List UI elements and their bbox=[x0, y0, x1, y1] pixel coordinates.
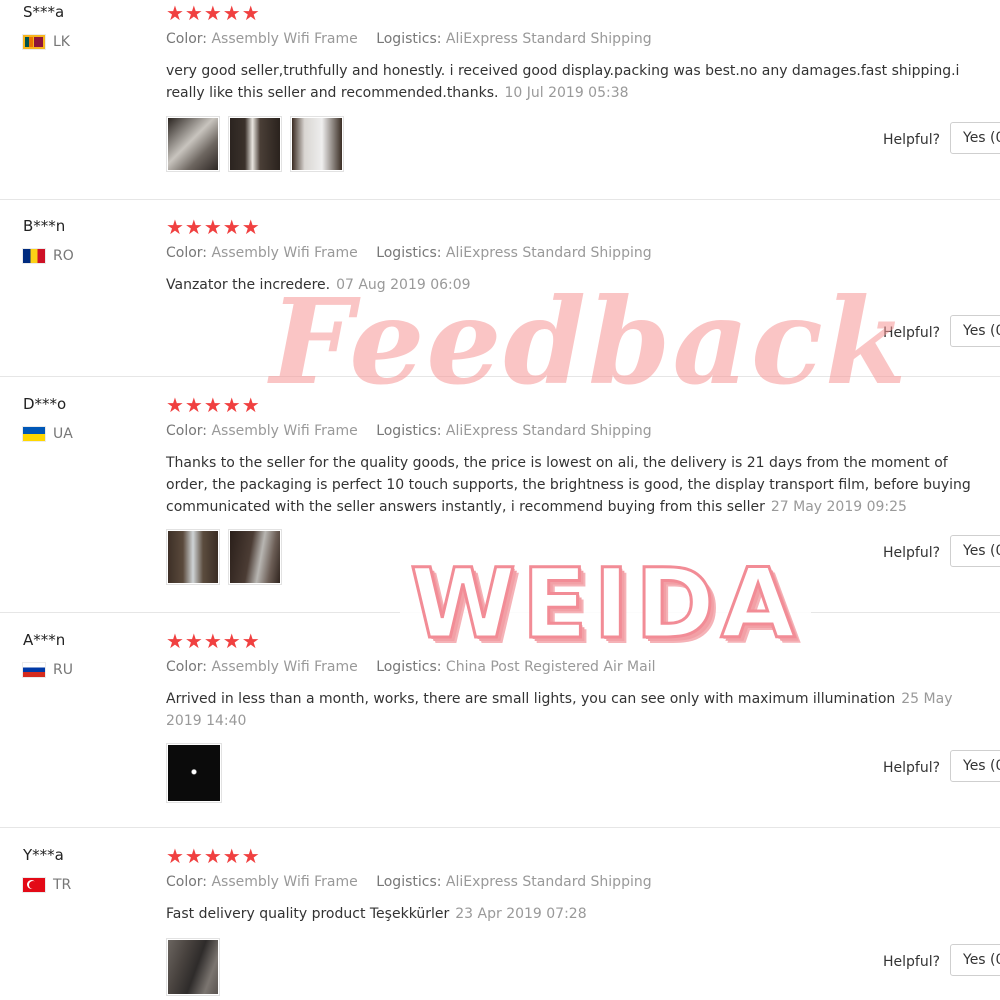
review-text: very good seller,truthfully and honestly… bbox=[166, 63, 960, 101]
review-meta: Color: Assembly Wifi Frame Logistics: Al… bbox=[166, 874, 652, 890]
review-text: Fast delivery quality product Teşekkürle… bbox=[166, 906, 587, 922]
logistics-label: Logistics: bbox=[376, 245, 442, 261]
review-photo[interactable] bbox=[166, 529, 220, 585]
reviewer-country: UA bbox=[23, 426, 73, 442]
color-label: Color: bbox=[166, 659, 208, 675]
review-photos bbox=[166, 116, 344, 172]
helpful-label: Helpful? bbox=[883, 954, 941, 970]
helpful-yes-button[interactable]: Yes (0 bbox=[950, 944, 1000, 976]
review-photos bbox=[166, 743, 222, 803]
reviewer-country: RU bbox=[23, 662, 73, 678]
review-date: 10 Jul 2019 05:38 bbox=[504, 85, 629, 101]
helpful-yes-button[interactable]: Yes (0 bbox=[950, 535, 1000, 567]
helpful-label: Helpful? bbox=[883, 325, 941, 341]
logistics-label: Logistics: bbox=[376, 423, 442, 439]
review-date: 07 Aug 2019 06:09 bbox=[336, 277, 471, 293]
rating-stars: ★★★★★ bbox=[166, 629, 261, 653]
review-item: A***n RU ★★★★★ Color: Assembly Wifi Fram… bbox=[0, 628, 1000, 828]
review-meta: Color: Assembly Wifi Frame Logistics: Ch… bbox=[166, 659, 656, 675]
reviewer-name: B***n bbox=[23, 217, 66, 235]
review-item: Y***a TR ★★★★★ Color: Assembly Wifi Fram… bbox=[0, 843, 1000, 1000]
reviewer-country: LK bbox=[23, 34, 70, 50]
reviewer-country: RO bbox=[23, 248, 74, 264]
country-code: UA bbox=[53, 426, 73, 442]
review-item: S***a LK ★★★★★ Color: Assembly Wifi Fram… bbox=[0, 0, 1000, 200]
review-date: 27 May 2019 09:25 bbox=[770, 499, 907, 515]
review-meta: Color: Assembly Wifi Frame Logistics: Al… bbox=[166, 245, 652, 261]
flag-ua-icon bbox=[23, 427, 45, 441]
logistics-label: Logistics: bbox=[376, 659, 442, 675]
review-meta: Color: Assembly Wifi Frame Logistics: Al… bbox=[166, 31, 652, 47]
review-photo[interactable] bbox=[228, 116, 282, 172]
country-code: RO bbox=[53, 248, 74, 264]
helpful-label: Helpful? bbox=[883, 545, 941, 561]
reviewer-name: D***o bbox=[23, 395, 67, 413]
review-date: 23 Apr 2019 07:28 bbox=[455, 906, 587, 922]
flag-lk-icon bbox=[23, 35, 45, 49]
helpful-label: Helpful? bbox=[883, 132, 941, 148]
country-code: RU bbox=[53, 662, 73, 678]
review-photo[interactable] bbox=[166, 116, 220, 172]
review-photo[interactable] bbox=[166, 743, 222, 803]
helpful-label: Helpful? bbox=[883, 760, 941, 776]
review-photos bbox=[166, 938, 220, 996]
review-meta: Color: Assembly Wifi Frame Logistics: Al… bbox=[166, 423, 652, 439]
color-label: Color: bbox=[166, 423, 208, 439]
logistics-label: Logistics: bbox=[376, 31, 442, 47]
logistics-value: AliExpress Standard Shipping bbox=[445, 245, 652, 261]
flag-ru-icon bbox=[23, 663, 45, 677]
color-label: Color: bbox=[166, 874, 208, 890]
helpful-yes-button[interactable]: Yes (0 bbox=[950, 122, 1000, 154]
flag-tr-icon bbox=[23, 878, 45, 892]
helpful-yes-button[interactable]: Yes (0 bbox=[950, 750, 1000, 782]
review-photo[interactable] bbox=[228, 529, 282, 585]
review-item: B***n RO ★★★★★ Color: Assembly Wifi Fram… bbox=[0, 214, 1000, 377]
country-code: TR bbox=[53, 877, 72, 893]
country-code: LK bbox=[53, 34, 70, 50]
color-label: Color: bbox=[166, 245, 208, 261]
logistics-value: AliExpress Standard Shipping bbox=[445, 423, 652, 439]
review-photos bbox=[166, 529, 282, 585]
reviewer-country: TR bbox=[23, 877, 71, 893]
color-value: Assembly Wifi Frame bbox=[211, 31, 358, 47]
reviewer-name: Y***a bbox=[23, 846, 64, 864]
rating-stars: ★★★★★ bbox=[166, 215, 261, 239]
color-value: Assembly Wifi Frame bbox=[211, 245, 358, 261]
color-value: Assembly Wifi Frame bbox=[211, 423, 358, 439]
flag-ro-icon bbox=[23, 249, 45, 263]
review-item: D***o UA ★★★★★ Color: Assembly Wifi Fram… bbox=[0, 392, 1000, 613]
logistics-value: AliExpress Standard Shipping bbox=[445, 31, 652, 47]
review-photo[interactable] bbox=[166, 938, 220, 996]
color-value: Assembly Wifi Frame bbox=[211, 874, 358, 890]
logistics-value: AliExpress Standard Shipping bbox=[445, 874, 652, 890]
reviewer-name: A***n bbox=[23, 631, 66, 649]
rating-stars: ★★★★★ bbox=[166, 844, 261, 868]
color-label: Color: bbox=[166, 31, 208, 47]
logistics-value: China Post Registered Air Mail bbox=[445, 659, 656, 675]
rating-stars: ★★★★★ bbox=[166, 393, 261, 417]
review-text: Thanks to the seller for the quality goo… bbox=[166, 455, 971, 515]
review-photo[interactable] bbox=[290, 116, 344, 172]
helpful-yes-button[interactable]: Yes (0 bbox=[950, 315, 1000, 347]
color-value: Assembly Wifi Frame bbox=[211, 659, 358, 675]
logistics-label: Logistics: bbox=[376, 874, 442, 890]
review-text: Vanzator the incredere. 07 Aug 2019 06:09 bbox=[166, 277, 471, 293]
reviewer-name: S***a bbox=[23, 3, 65, 21]
rating-stars: ★★★★★ bbox=[166, 1, 261, 25]
review-text: Arrived in less than a month, works, the… bbox=[166, 691, 953, 729]
